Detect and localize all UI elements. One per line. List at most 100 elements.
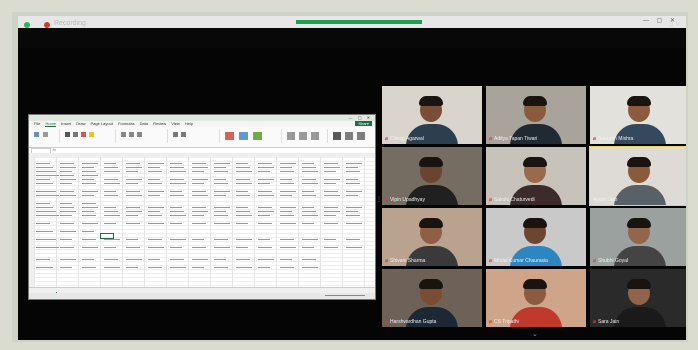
cell-value[interactable] bbox=[302, 258, 316, 260]
cell-value[interactable] bbox=[236, 182, 252, 184]
cell-value[interactable] bbox=[104, 246, 116, 248]
cell-value[interactable] bbox=[170, 222, 182, 224]
cell-value[interactable] bbox=[126, 170, 138, 172]
participant-tile[interactable]: ⌀ Vipin Upadhyay bbox=[382, 147, 482, 205]
cell-value[interactable] bbox=[280, 210, 292, 212]
row-label[interactable] bbox=[36, 166, 53, 168]
participant-tile[interactable]: ⌀ Mridul Kumar Chaurasia bbox=[486, 208, 586, 266]
cell-value[interactable] bbox=[258, 258, 274, 260]
cell-value[interactable] bbox=[104, 238, 120, 240]
cell-value[interactable] bbox=[258, 206, 272, 208]
cell-value[interactable] bbox=[236, 194, 250, 196]
cell-value[interactable] bbox=[192, 246, 206, 248]
cell-value[interactable] bbox=[148, 162, 164, 164]
cell-value[interactable] bbox=[192, 178, 208, 180]
cell-value[interactable] bbox=[302, 194, 316, 196]
cell-value[interactable] bbox=[148, 238, 162, 240]
cell-value[interactable] bbox=[346, 166, 358, 168]
excel-menu-item[interactable]: Help bbox=[185, 121, 193, 126]
cell-value[interactable] bbox=[126, 194, 142, 196]
cell-value[interactable] bbox=[104, 222, 116, 224]
cell-value[interactable] bbox=[170, 210, 184, 212]
sheet-tab[interactable] bbox=[42, 288, 43, 292]
cell-value[interactable] bbox=[82, 178, 94, 180]
cell-value[interactable] bbox=[60, 230, 76, 232]
cell-value[interactable] bbox=[302, 238, 318, 240]
cell-value[interactable] bbox=[214, 266, 228, 268]
cell-value[interactable] bbox=[126, 222, 140, 224]
cell-value[interactable] bbox=[346, 210, 358, 212]
cell-value[interactable] bbox=[126, 206, 140, 208]
cell-value[interactable] bbox=[258, 162, 272, 164]
cell-value[interactable] bbox=[324, 206, 338, 208]
cell-value[interactable] bbox=[192, 166, 208, 168]
cell-value[interactable] bbox=[82, 246, 98, 248]
cell-value[interactable] bbox=[60, 246, 74, 248]
fill-color-icon[interactable] bbox=[89, 132, 94, 137]
cell-value[interactable] bbox=[302, 178, 316, 180]
cell-value[interactable] bbox=[126, 214, 138, 216]
cell-value[interactable] bbox=[324, 214, 336, 216]
cell-value[interactable] bbox=[60, 194, 76, 196]
sheet-tab[interactable] bbox=[49, 288, 50, 292]
cell-value[interactable] bbox=[346, 182, 360, 184]
cell-value[interactable] bbox=[60, 166, 76, 168]
excel-menu-item[interactable]: Data bbox=[140, 121, 148, 126]
row-label[interactable] bbox=[36, 214, 59, 216]
excel-menu-item[interactable]: Insert bbox=[61, 121, 71, 126]
excel-menu-item[interactable]: Draw bbox=[76, 121, 85, 126]
cell-value[interactable] bbox=[258, 238, 270, 240]
cell-value[interactable] bbox=[236, 210, 250, 212]
cell-value[interactable] bbox=[302, 266, 318, 268]
cell-value[interactable] bbox=[236, 246, 248, 248]
cell-value[interactable] bbox=[60, 210, 76, 212]
cell-value[interactable] bbox=[214, 210, 226, 212]
row-label[interactable] bbox=[36, 162, 50, 164]
cell-value[interactable] bbox=[214, 178, 226, 180]
cell-value[interactable] bbox=[192, 258, 208, 260]
excel-menu-item[interactable]: Formulas bbox=[118, 121, 135, 126]
cell-value[interactable] bbox=[280, 238, 294, 240]
cell-value[interactable] bbox=[258, 210, 274, 212]
cell-value[interactable] bbox=[324, 222, 338, 224]
cell-value[interactable] bbox=[258, 214, 270, 216]
cell-value[interactable] bbox=[258, 166, 274, 168]
cell-value[interactable] bbox=[82, 258, 94, 260]
cell-value[interactable] bbox=[104, 162, 116, 164]
participant-tile[interactable]: ⌀ CS Tripathi bbox=[486, 269, 586, 327]
cell-value[interactable] bbox=[82, 190, 98, 192]
cell-value[interactable] bbox=[148, 170, 162, 172]
cell-value[interactable] bbox=[214, 166, 226, 168]
row-label[interactable] bbox=[36, 202, 50, 204]
participant-tile[interactable]: ⌀ Shubhi Goyal bbox=[590, 208, 686, 266]
cell-value[interactable] bbox=[60, 206, 74, 208]
cell-value[interactable] bbox=[148, 190, 164, 192]
cell-value[interactable] bbox=[258, 182, 270, 184]
cell-value[interactable] bbox=[148, 166, 160, 168]
cell-value[interactable] bbox=[60, 238, 72, 240]
cell-value[interactable] bbox=[214, 246, 230, 248]
cell-value[interactable] bbox=[346, 194, 358, 196]
row-label[interactable] bbox=[36, 190, 56, 192]
bold-icon[interactable] bbox=[65, 132, 70, 137]
participant-tile[interactable]: ⌀ Saurabh Mishra bbox=[590, 86, 686, 144]
cell-value[interactable] bbox=[258, 190, 272, 192]
align-left-icon[interactable] bbox=[121, 132, 126, 137]
cell-value[interactable] bbox=[170, 162, 182, 164]
excel-menu-item[interactable]: View bbox=[171, 121, 180, 126]
shield-icon[interactable] bbox=[24, 22, 30, 28]
row-label[interactable] bbox=[36, 230, 53, 232]
cell-value[interactable] bbox=[280, 206, 296, 208]
cell-value[interactable] bbox=[236, 178, 250, 180]
cell-value[interactable] bbox=[126, 166, 142, 168]
cell-value[interactable] bbox=[324, 238, 336, 240]
cell-value[interactable] bbox=[236, 162, 248, 164]
cell-value[interactable] bbox=[280, 182, 294, 184]
row-label[interactable] bbox=[36, 238, 56, 240]
cell-value[interactable] bbox=[192, 170, 204, 172]
cell-value[interactable] bbox=[170, 178, 184, 180]
cell-value[interactable] bbox=[82, 194, 94, 196]
cell-value[interactable] bbox=[82, 202, 96, 204]
format-as-table-icon[interactable] bbox=[239, 132, 248, 140]
cell-value[interactable] bbox=[148, 178, 160, 180]
